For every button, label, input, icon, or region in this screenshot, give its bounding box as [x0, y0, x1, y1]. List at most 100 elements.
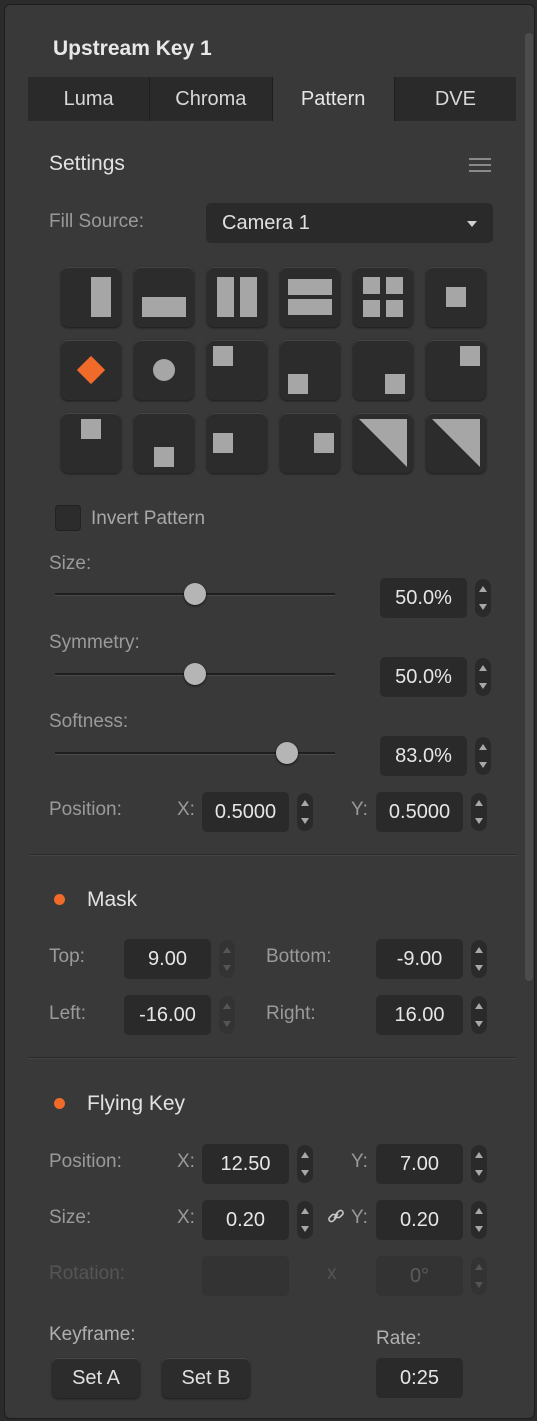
pattern-horizontal-split-icon — [288, 279, 332, 315]
mask-enabled-indicator[interactable] — [54, 894, 65, 905]
mask-left-stepper[interactable] — [219, 996, 235, 1034]
pattern-bottom-left-box-button[interactable] — [280, 340, 340, 400]
pattern-top-right-diagonal-icon — [432, 419, 480, 467]
chevron-down-icon — [467, 221, 477, 227]
position-y-stepper[interactable] — [471, 793, 487, 831]
symmetry-field[interactable]: 50.0% — [380, 657, 467, 697]
fill-source-dropdown[interactable]: Camera 1 — [206, 203, 493, 243]
menu-icon[interactable] — [469, 158, 491, 174]
softness-slider-knob[interactable] — [276, 742, 299, 764]
fill-source-label: Fill Source: — [49, 211, 145, 232]
pattern-bottom-center-box-icon — [154, 447, 174, 467]
pattern-horizontal-split-button[interactable] — [280, 267, 340, 327]
set-a-button[interactable]: Set A — [52, 1358, 140, 1398]
mask-left-field[interactable]: -16.00 — [124, 995, 211, 1035]
fk-position-y-stepper[interactable] — [471, 1145, 487, 1183]
pattern-top-center-box-icon — [81, 419, 101, 439]
fk-rotation-field — [202, 1256, 289, 1296]
mask-left-label: Left: — [49, 1003, 86, 1024]
pattern-circle-icon — [153, 359, 175, 381]
pattern-vertical-bar-button[interactable] — [61, 267, 121, 327]
pattern-right-center-box-icon — [314, 433, 334, 453]
pattern-left-center-box-button[interactable] — [207, 413, 267, 473]
mask-right-field[interactable]: 16.00 — [376, 995, 463, 1035]
pattern-top-left-box-button[interactable] — [207, 340, 267, 400]
pattern-bottom-right-box-icon — [385, 374, 405, 394]
softness-field[interactable]: 83.0% — [380, 736, 467, 776]
size-stepper[interactable] — [475, 579, 491, 617]
fk-position-x-label: X: — [177, 1151, 195, 1172]
set-b-button[interactable]: Set B — [162, 1358, 250, 1398]
fk-position-x-field[interactable]: 12.50 — [202, 1144, 289, 1184]
pattern-top-right-box-button[interactable] — [426, 340, 486, 400]
fill-source-value: Camera 1 — [222, 211, 310, 234]
fk-position-x-stepper[interactable] — [297, 1145, 313, 1183]
tab-chroma[interactable]: Chroma — [150, 77, 273, 121]
pattern-top-left-diagonal-button[interactable] — [353, 413, 413, 473]
pattern-circle-button[interactable] — [134, 340, 194, 400]
pattern-diamond-button[interactable] — [61, 340, 121, 400]
fk-rotation-label: Rotation: — [49, 1263, 126, 1284]
divider — [29, 854, 517, 856]
pattern-top-left-box-icon — [213, 346, 233, 366]
mask-bottom-stepper[interactable] — [471, 940, 487, 978]
fk-size-label: Size: — [49, 1207, 92, 1228]
mask-bottom-label: Bottom: — [266, 946, 332, 967]
pattern-vertical-split-icon — [217, 277, 257, 317]
size-slider-knob[interactable] — [184, 583, 206, 605]
fk-rotation-stepper — [471, 1257, 487, 1295]
fk-size-y-label: Y: — [351, 1207, 368, 1228]
pattern-small-square-icon — [446, 287, 466, 307]
upstream-key-panel: Upstream Key 1 Luma Chroma Pattern DVE S… — [4, 4, 535, 1419]
pattern-top-right-box-icon — [460, 346, 480, 366]
pattern-top-right-diagonal-button[interactable] — [426, 413, 486, 473]
position-y-field[interactable]: 0.5000 — [376, 792, 463, 832]
scrollbar[interactable] — [525, 33, 533, 981]
pattern-top-center-box-button[interactable] — [61, 413, 121, 473]
position-y-label: Y: — [351, 799, 368, 820]
settings-title: Settings — [49, 152, 125, 175]
pattern-vertical-split-button[interactable] — [207, 267, 267, 327]
fk-position-y-field[interactable]: 7.00 — [376, 1144, 463, 1184]
fk-position-y-label: Y: — [351, 1151, 368, 1172]
invert-pattern-checkbox[interactable] — [55, 505, 81, 531]
pattern-small-square-button[interactable] — [426, 267, 486, 327]
pattern-bottom-right-box-button[interactable] — [353, 340, 413, 400]
mask-top-stepper[interactable] — [219, 940, 235, 978]
rate-field[interactable]: 0:25 — [376, 1358, 463, 1398]
pattern-horizontal-bar-button[interactable] — [134, 267, 194, 327]
tab-luma[interactable]: Luma — [28, 77, 151, 121]
tab-dve[interactable]: DVE — [394, 77, 516, 121]
pattern-horizontal-bar-icon — [142, 297, 186, 317]
mask-right-stepper[interactable] — [471, 996, 487, 1034]
symmetry-slider-knob[interactable] — [184, 663, 206, 685]
pattern-left-center-box-icon — [213, 433, 233, 453]
fk-size-y-stepper[interactable] — [471, 1201, 487, 1239]
tab-pattern[interactable]: Pattern — [272, 77, 395, 121]
symmetry-stepper[interactable] — [475, 658, 491, 696]
pattern-four-box-button[interactable] — [353, 267, 413, 327]
fk-size-x-field[interactable]: 0.20 — [202, 1200, 289, 1240]
link-icon[interactable] — [327, 1207, 345, 1225]
mask-right-label: Right: — [266, 1003, 316, 1024]
pattern-right-center-box-button[interactable] — [280, 413, 340, 473]
pattern-bottom-left-box-icon — [288, 374, 308, 394]
fk-size-x-label: X: — [177, 1207, 195, 1228]
divider — [29, 1057, 517, 1059]
softness-stepper[interactable] — [475, 737, 491, 775]
fk-rotation-value-field: 0° — [376, 1256, 463, 1296]
mask-top-field[interactable]: 9.00 — [124, 939, 211, 979]
position-x-field[interactable]: 0.5000 — [202, 792, 289, 832]
fk-size-x-stepper[interactable] — [297, 1201, 313, 1239]
flying-key-enabled-indicator[interactable] — [54, 1098, 65, 1109]
invert-pattern-label: Invert Pattern — [91, 508, 206, 529]
mask-bottom-field[interactable]: -9.00 — [376, 939, 463, 979]
panel-title: Upstream Key 1 — [53, 37, 212, 60]
size-field[interactable]: 50.0% — [380, 578, 467, 618]
pattern-diamond-icon — [76, 355, 106, 385]
fk-size-y-field[interactable]: 0.20 — [376, 1200, 463, 1240]
pattern-bottom-center-box-button[interactable] — [134, 413, 194, 473]
fk-position-label: Position: — [49, 1151, 122, 1172]
mask-top-label: Top: — [49, 946, 85, 967]
position-x-stepper[interactable] — [297, 793, 313, 831]
